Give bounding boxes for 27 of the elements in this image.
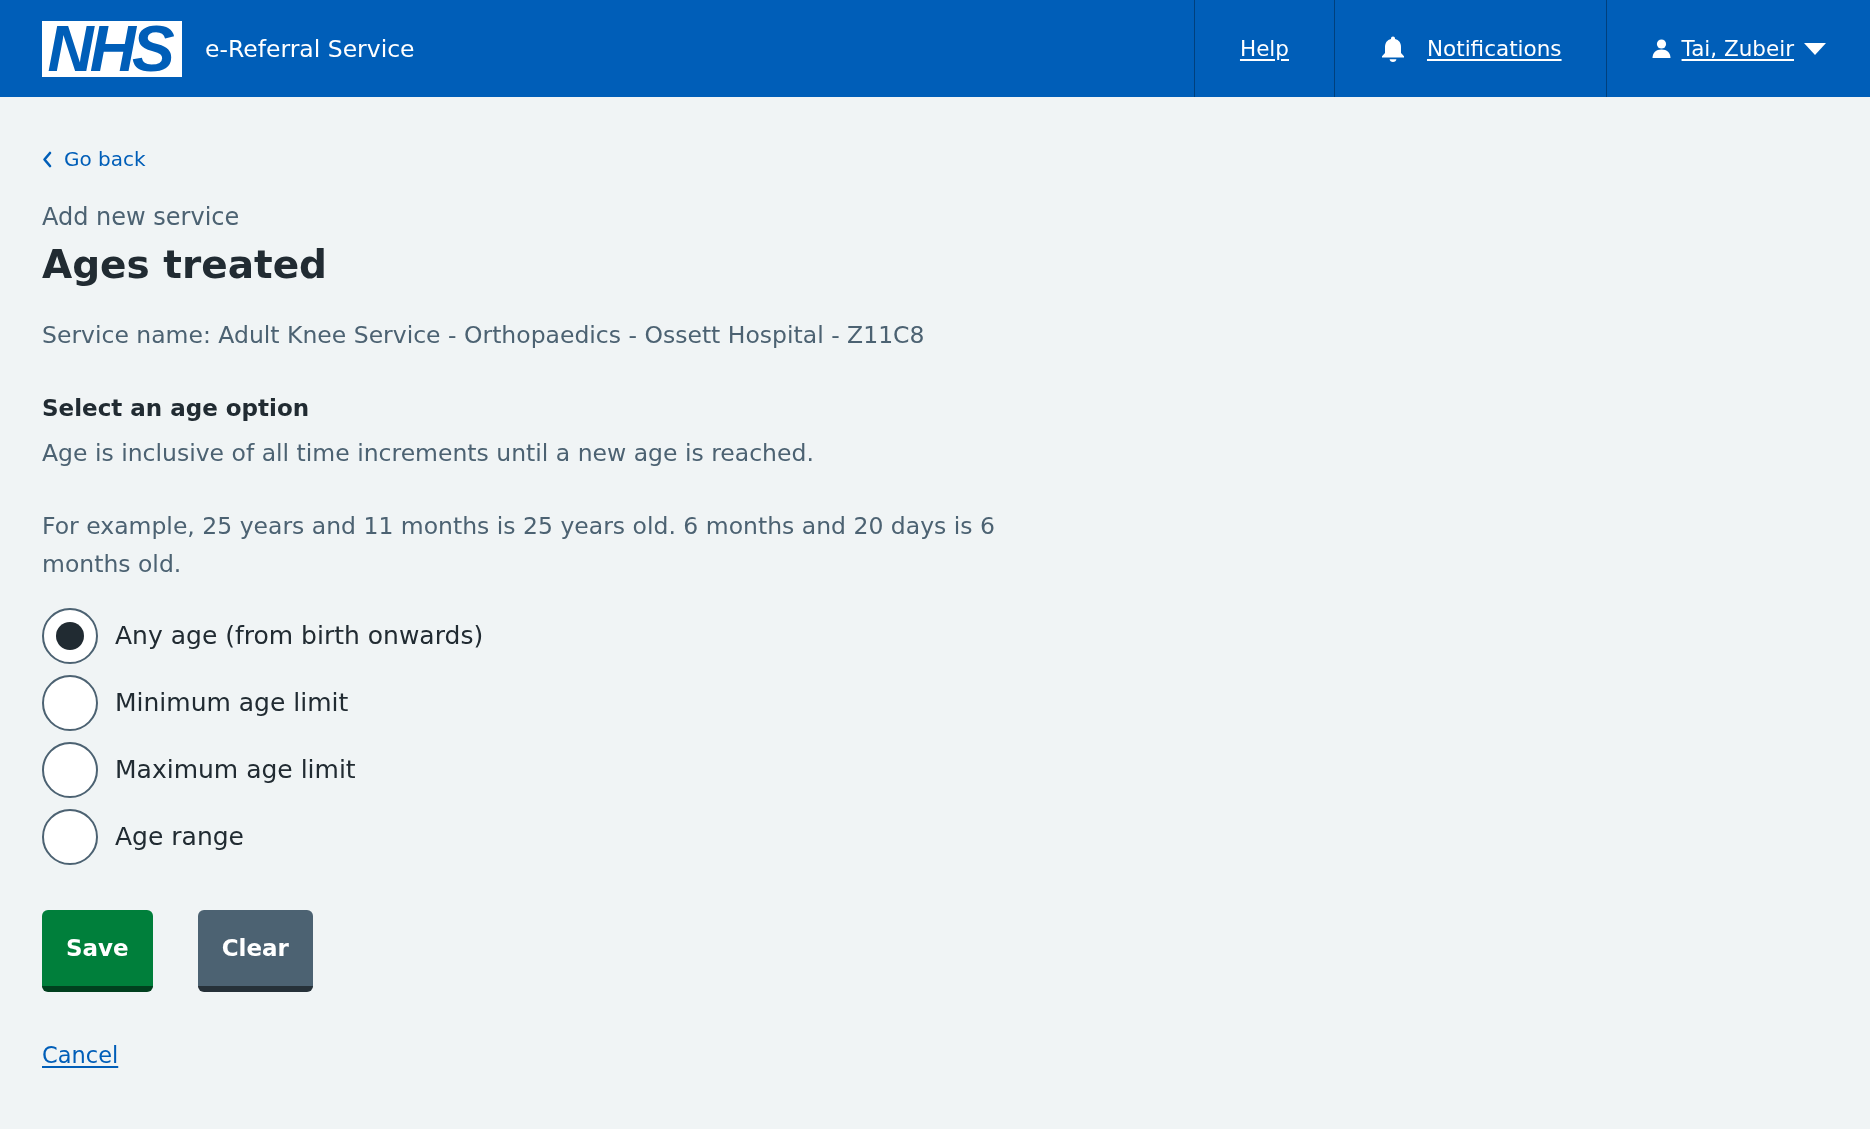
- option-label[interactable]: Age range: [115, 819, 244, 855]
- page-heading: Ages treated: [42, 241, 328, 289]
- question-legend: Select an age option: [42, 390, 1828, 426]
- service-title: e-Referral Service: [205, 33, 415, 65]
- notifications-link[interactable]: Notifications: [1380, 33, 1562, 64]
- nhs-logo[interactable]: NHS: [42, 20, 182, 77]
- page-caption: Add new service: [42, 202, 241, 233]
- service-name-text: Service name: Adult Knee Service - Orthopaedics - Ossett Hospital - Z11C8: [42, 320, 926, 351]
- account-menu[interactable]: Tai, Zubeir: [1651, 33, 1826, 64]
- radio-button[interactable]: [42, 675, 98, 731]
- option-label[interactable]: Any age (from birth onwards): [115, 618, 484, 654]
- bell-icon: [1380, 34, 1406, 63]
- option-label[interactable]: Minimum age limit: [115, 685, 349, 721]
- option-label[interactable]: Maximum age limit: [115, 752, 356, 788]
- radio-button[interactable]: [42, 742, 98, 798]
- chevron-left-icon: [42, 150, 52, 168]
- cancel-link[interactable]: Cancel: [42, 1037, 119, 1073]
- radio-button[interactable]: [42, 608, 98, 664]
- person-icon: [1651, 39, 1671, 58]
- help-link[interactable]: Help: [1239, 33, 1289, 64]
- back-link[interactable]: Go back: [42, 144, 146, 174]
- clear-button[interactable]: Clear: [197, 910, 313, 992]
- hint-text: Age is inclusive of all time increments until a new age is reached.: [42, 438, 815, 469]
- hint-text: For example, 25 years and 11 months is 25 years old. 6 months and 20 days is 6 months old.: [42, 511, 996, 580]
- radio-button[interactable]: [42, 809, 98, 865]
- save-button[interactable]: Save: [42, 910, 153, 992]
- caret-icon: [1804, 42, 1826, 55]
